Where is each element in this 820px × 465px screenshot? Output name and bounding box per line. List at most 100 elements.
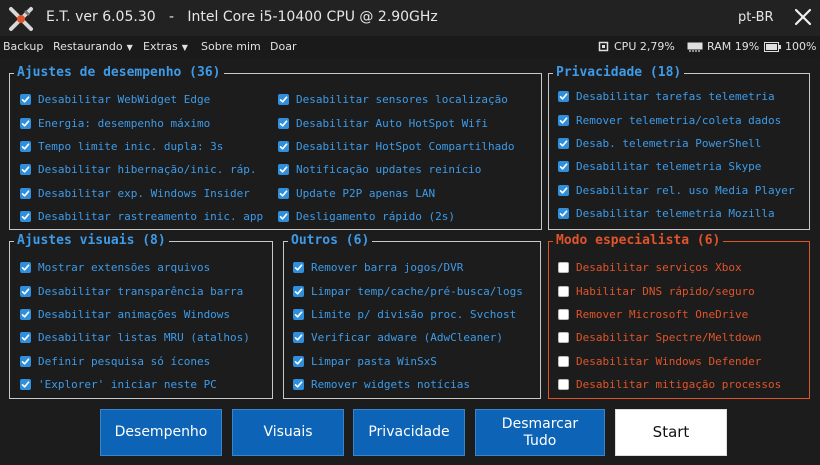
checkbox-checked-icon[interactable]: [20, 211, 31, 223]
checkbox-checked-icon[interactable]: [293, 379, 304, 391]
checkbox-item[interactable]: Desabilitar exp. Windows Insider: [20, 182, 263, 205]
checkbox-checked-icon[interactable]: [20, 164, 31, 176]
menu-bar: Backup Restaurando ▼ Extras ▼ Sobre mim Do…: [0, 36, 820, 58]
checkbox-checked-icon[interactable]: [20, 187, 31, 199]
checkbox-checked-icon[interactable]: [278, 164, 289, 176]
checkbox-item[interactable]: Desabilitar telemetria Skype: [558, 155, 795, 178]
checkbox-checked-icon[interactable]: [20, 355, 31, 367]
check-icon: [279, 190, 288, 197]
checkbox-item[interactable]: Desabilitar transparência barra: [20, 279, 250, 302]
checkbox-checked-icon[interactable]: [558, 208, 569, 220]
checkbox-item[interactable]: Remover barra jogos/DVR: [293, 256, 523, 279]
checkbox-item[interactable]: Remover telemetria/coleta dados: [558, 108, 795, 131]
visuais-button[interactable]: Visuais: [232, 409, 344, 456]
checkbox-checked-icon[interactable]: [20, 332, 31, 344]
check-icon: [559, 210, 568, 217]
checkbox-checked-icon[interactable]: [278, 140, 289, 152]
checkbox-label: Desabilitar sensores localização: [296, 93, 508, 107]
checkbox-item[interactable]: Desabilitar rel. uso Media Player: [558, 179, 795, 202]
checkbox-checked-icon[interactable]: [293, 285, 304, 297]
checkbox-checked-icon[interactable]: [20, 262, 31, 274]
checkbox-label: Desabilitar telemetria Mozilla: [576, 207, 775, 221]
checkbox-checked-icon[interactable]: [278, 117, 289, 129]
privacidade-button[interactable]: Privacidade: [353, 409, 465, 456]
checkbox-item[interactable]: Desab. telemetria PowerShell: [558, 132, 795, 155]
menu-restaurando[interactable]: Restaurando ▼: [53, 40, 133, 53]
checkbox-item[interactable]: Desabilitar Auto HotSpot Wifi: [278, 111, 515, 134]
checkbox-checked-icon[interactable]: [558, 137, 569, 149]
checkbox-item[interactable]: Desabilitar hibernação/inic. ráp.: [20, 158, 263, 181]
checkbox-item[interactable]: Desabilitar Windows Defender: [558, 350, 781, 373]
checkbox-item[interactable]: Desabilitar rastreamento inic. app: [20, 205, 263, 228]
checkbox-item[interactable]: Desabilitar telemetria Mozilla: [558, 202, 795, 225]
checkbox-item[interactable]: Definir pesquisa só ícones: [20, 350, 250, 373]
checkbox-item[interactable]: Limpar temp/cache/pré-busca/logs: [293, 279, 523, 302]
checkbox-item[interactable]: Tempo limite inic. dupla: 3s: [20, 135, 263, 158]
menu-sobre-mim[interactable]: Sobre mim: [201, 40, 261, 53]
checkbox-unchecked-icon[interactable]: [558, 308, 569, 320]
checkbox-checked-icon[interactable]: [278, 187, 289, 199]
checkbox-unchecked-icon[interactable]: [558, 355, 569, 367]
checkbox-checked-icon[interactable]: [558, 161, 569, 173]
checkbox-checked-icon[interactable]: [20, 140, 31, 152]
checkbox-unchecked-icon[interactable]: [558, 285, 569, 297]
checkbox-item[interactable]: Energia: desempenho máximo: [20, 111, 263, 134]
checkbox-checked-icon[interactable]: [278, 211, 289, 223]
checkbox-unchecked-icon[interactable]: [558, 379, 569, 391]
start-button[interactable]: Start: [615, 409, 727, 456]
language-selector[interactable]: pt-BR: [738, 10, 774, 25]
checkbox-checked-icon[interactable]: [20, 308, 31, 320]
group-outros: Outros (6) Remover barra jogos/DVR Limpar…: [283, 233, 541, 399]
desempenho-button[interactable]: Desempenho: [100, 409, 222, 456]
checkbox-item[interactable]: Desabilitar sensores localização: [278, 88, 515, 111]
checkbox-item[interactable]: Update P2P apenas LAN: [278, 182, 515, 205]
checkbox-checked-icon[interactable]: [293, 308, 304, 320]
desmarcar-tudo-button[interactable]: Desmarcar Tudo: [475, 409, 605, 456]
checkbox-item[interactable]: Limite p/ divisão proc. Svchost: [293, 303, 523, 326]
checkbox-checked-icon[interactable]: [278, 94, 289, 106]
checkbox-item[interactable]: Desabilitar HotSpot Compartilhado: [278, 135, 515, 158]
checkbox-item[interactable]: Limpar pasta WinSxS: [293, 350, 523, 373]
chevron-down-icon: ▼: [126, 43, 133, 52]
checkbox-label: Habilitar DNS rápido/seguro: [576, 284, 755, 298]
group-especialista: Modo especialista (6) Desabilitar serviç…: [548, 233, 810, 399]
check-icon: [294, 311, 303, 318]
checkbox-label: Verificar adware (AdwCleaner): [311, 331, 504, 345]
checkbox-item[interactable]: Desabilitar Spectre/Meltdown: [558, 326, 781, 349]
checkbox-item[interactable]: Desabilitar tarefas telemetria: [558, 85, 795, 108]
check-icon: [279, 96, 288, 103]
checkbox-checked-icon[interactable]: [20, 285, 31, 297]
check-icon: [21, 287, 30, 295]
checkbox-checked-icon[interactable]: [20, 94, 31, 106]
menu-backup[interactable]: Backup: [3, 40, 43, 53]
checkbox-checked-icon[interactable]: [558, 91, 569, 103]
menu-doar[interactable]: Doar: [270, 40, 296, 53]
checkbox-unchecked-icon[interactable]: [558, 262, 569, 274]
check-icon: [21, 143, 30, 150]
checkbox-item[interactable]: Desabilitar serviços Xbox: [558, 256, 781, 279]
checkbox-item[interactable]: Desligamento rápido (2s): [278, 205, 515, 228]
checkbox-item[interactable]: Remover Microsoft OneDrive: [558, 303, 781, 326]
checkbox-item[interactable]: Desabilitar mitigação processos: [558, 373, 781, 396]
checkbox-checked-icon[interactable]: [20, 117, 31, 129]
checkbox-item[interactable]: Notificação updates reinício: [278, 158, 515, 181]
checkbox-item[interactable]: Desabilitar animações Windows: [20, 303, 250, 326]
menu-extras[interactable]: Extras ▼: [143, 40, 188, 53]
checkbox-item[interactable]: Verificar adware (AdwCleaner): [293, 326, 523, 349]
checkbox-item[interactable]: Desabilitar listas MRU (atalhos): [20, 326, 250, 349]
checkbox-checked-icon[interactable]: [558, 114, 569, 126]
close-icon[interactable]: [792, 6, 814, 28]
checkbox-checked-icon[interactable]: [20, 379, 31, 391]
checkbox-unchecked-icon[interactable]: [558, 332, 569, 344]
checkbox-item[interactable]: Mostrar extensões arquivos: [20, 256, 250, 279]
checkbox-checked-icon[interactable]: [293, 355, 304, 367]
checkbox-item[interactable]: 'Explorer' iniciar neste PC: [20, 373, 250, 396]
group-privacidade: Privacidade (18) Desabilitar tarefas tel…: [548, 65, 810, 230]
checkbox-item[interactable]: Remover widgets notícias: [293, 373, 523, 396]
checkbox-checked-icon[interactable]: [558, 184, 569, 196]
check-icon: [294, 358, 303, 365]
checkbox-item[interactable]: Habilitar DNS rápido/seguro: [558, 279, 781, 302]
checkbox-checked-icon[interactable]: [293, 262, 304, 274]
checkbox-checked-icon[interactable]: [293, 332, 304, 344]
checkbox-item[interactable]: Desabilitar WebWidget Edge: [20, 88, 263, 111]
